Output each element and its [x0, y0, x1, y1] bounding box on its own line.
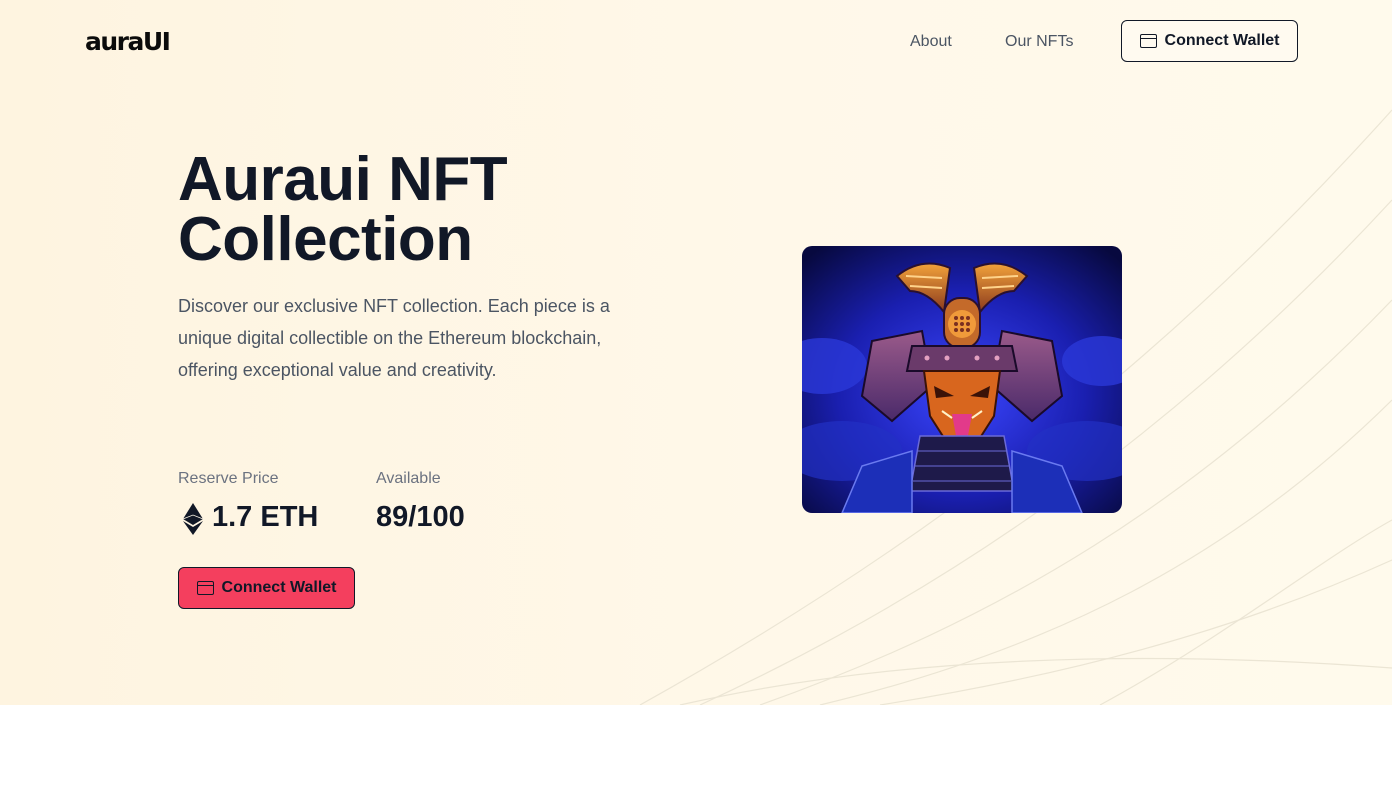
reserve-price-label: Reserve Price	[178, 470, 279, 487]
hero-connect-wallet-button[interactable]: Connect Wallet	[178, 567, 355, 609]
available-label: Available	[376, 470, 441, 487]
available-value: 89/100	[376, 501, 465, 533]
wallet-icon	[196, 581, 214, 595]
ethereum-icon	[182, 503, 204, 535]
nft-image[interactable]	[802, 246, 1122, 513]
header-connect-wallet-label: Connect Wallet	[1164, 32, 1280, 49]
page-title: Auraui NFT Collection	[178, 145, 508, 274]
wallet-icon	[1139, 34, 1157, 48]
hero-description: Discover our exclusive NFT collection. E…	[178, 296, 610, 380]
samurai-mask-image	[802, 246, 1122, 513]
nav-link-about[interactable]: About	[910, 32, 952, 52]
header-connect-wallet-button[interactable]: Connect Wallet	[1121, 20, 1298, 62]
hero-connect-wallet-label: Connect Wallet	[221, 579, 337, 596]
reserve-price-value: 1.7 ETH	[212, 501, 319, 533]
nav-link-our-nfts[interactable]: Our NFTs	[1005, 32, 1073, 52]
logo[interactable]: auraUI	[85, 28, 171, 56]
